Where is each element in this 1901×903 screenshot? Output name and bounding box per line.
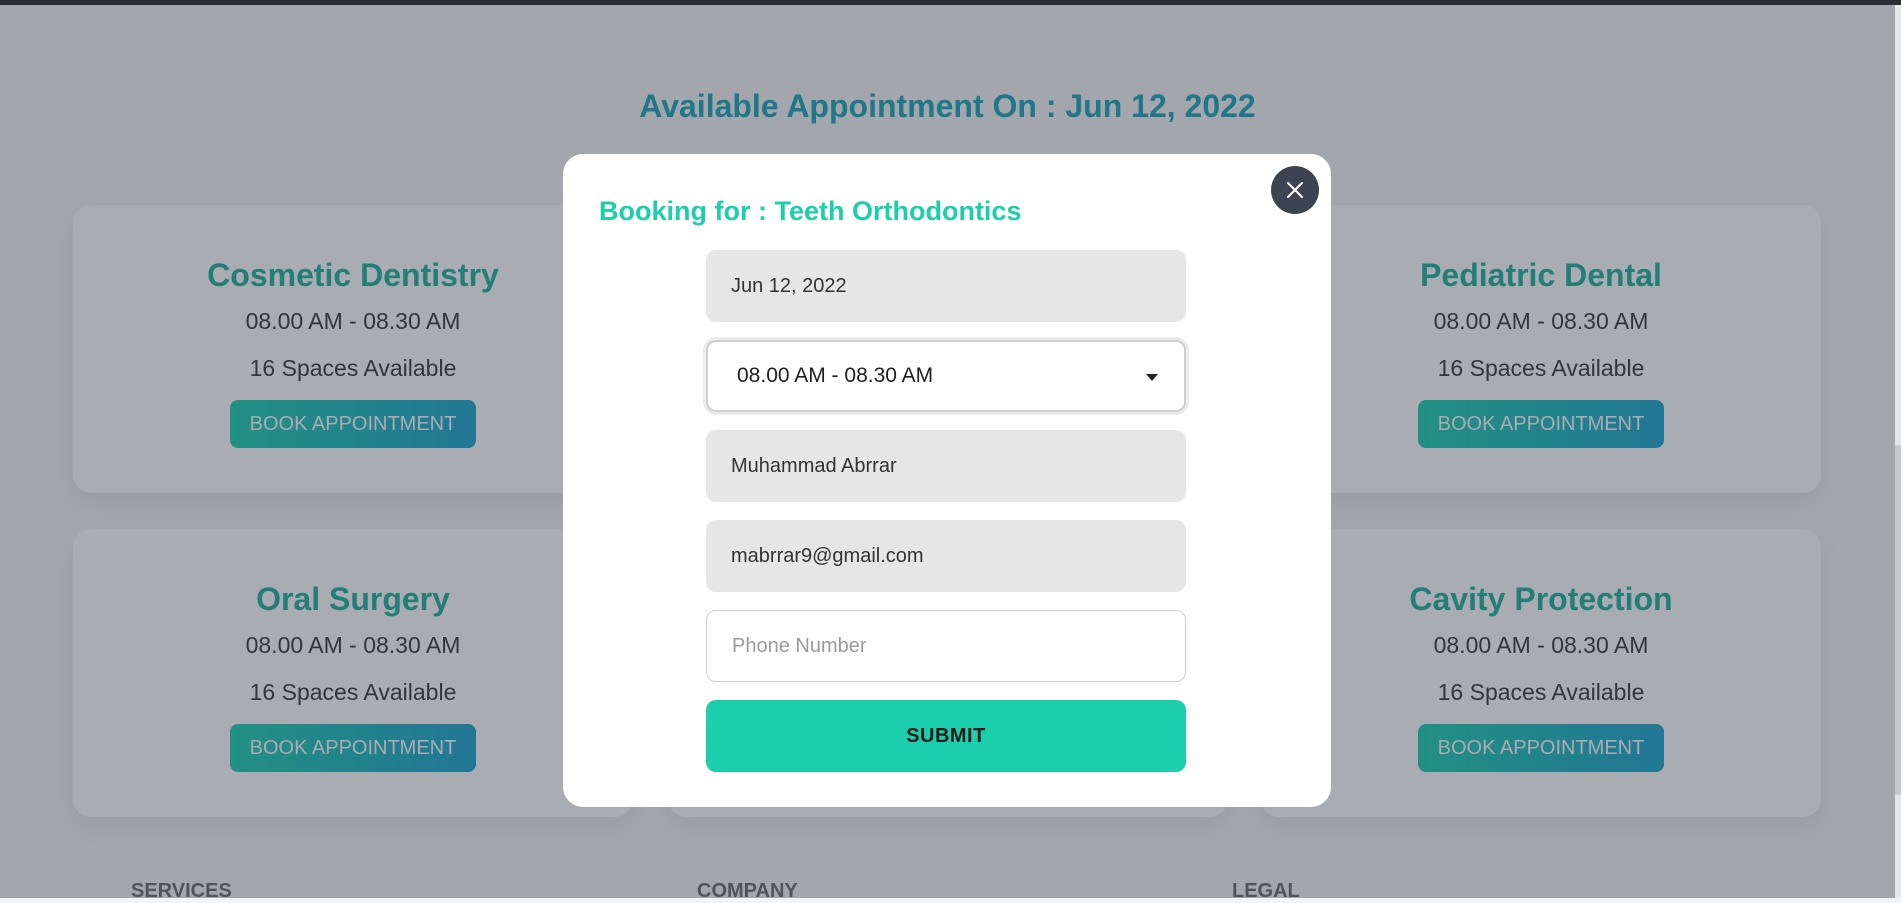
modal-title: Booking for : Teeth Orthodontics — [599, 196, 1022, 226]
submit-button[interactable]: SUBMIT — [706, 700, 1186, 772]
chevron-down-icon — [1146, 374, 1158, 381]
date-field: Jun 12, 2022 — [706, 250, 1186, 322]
scrollbar-thumb[interactable] — [1895, 445, 1901, 795]
email-field: mabrrar9@gmail.com — [706, 520, 1186, 592]
close-icon — [1287, 182, 1303, 198]
time-slot-select[interactable]: 08.00 AM - 08.30 AM — [706, 340, 1186, 412]
close-button[interactable] — [1271, 166, 1319, 214]
phone-number-input[interactable]: Phone Number — [706, 610, 1186, 682]
time-slot-value: 08.00 AM - 08.30 AM — [737, 364, 934, 387]
name-field: Muhammad Abrrar — [706, 430, 1186, 502]
booking-modal: Booking for : Teeth Orthodontics Jun 12,… — [563, 154, 1331, 807]
